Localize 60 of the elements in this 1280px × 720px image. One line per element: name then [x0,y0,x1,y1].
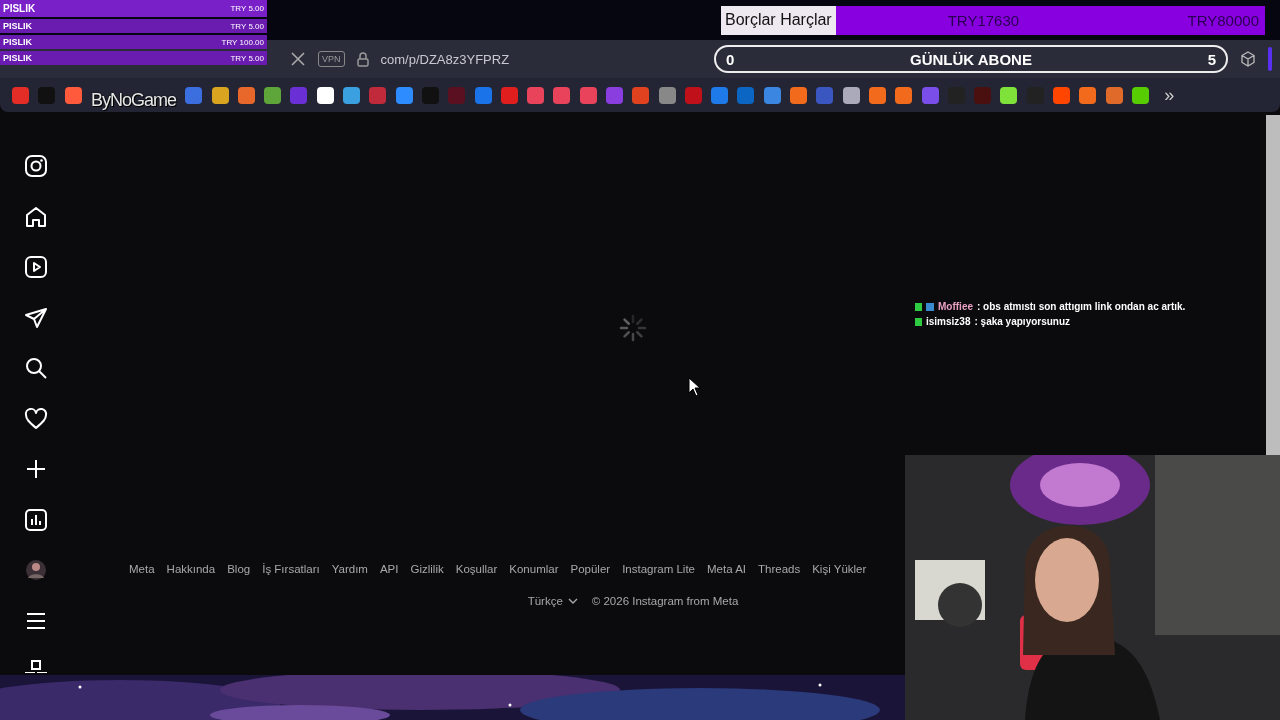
overlay-logo: ByNoGame [90,89,176,111]
more-bookmarks-button[interactable]: » [1164,84,1175,106]
goal-label: Borçlar Harçlar [721,5,836,35]
donor-name: PISLIK [3,37,32,47]
footer-link[interactable]: Hakkında [166,563,216,575]
donation-amount: TRY 5.00 [230,21,264,31]
bookmark-icon[interactable] [316,86,334,104]
home-icon[interactable] [24,204,48,229]
goal-target: TRY80000 [1187,11,1259,29]
footer-link[interactable]: Koşullar [455,563,498,575]
bookmark-icon[interactable] [1000,86,1018,104]
footer-link[interactable]: Instagram Lite [622,563,695,575]
donation-amount: TRY 100.00 [221,37,264,47]
cursor-icon [688,377,702,397]
chevron-down-icon[interactable] [567,597,578,605]
chat-username: isimsiz38 [926,316,971,327]
footer-link[interactable]: Konumlar [509,563,559,575]
subscriber-count: 0 [726,50,735,68]
play-icon[interactable] [24,255,48,279]
bookmark-icon[interactable] [211,86,229,104]
goal-current: TRY17630 [947,11,1020,29]
cube-icon[interactable] [1240,51,1256,67]
heart-icon[interactable] [24,406,48,431]
chat-message: : şaka yapıyorsunuz [974,316,1071,327]
copyright-text: © 2026 Instagram from Meta [591,595,739,607]
close-icon[interactable] [290,51,306,67]
avatar-icon[interactable] [24,558,48,582]
chart-icon[interactable] [24,507,48,532]
scrollbar[interactable] [1266,115,1280,455]
chat-username: Moffiee [938,301,973,312]
donation-amount: TRY 5.00 [230,53,264,63]
bookmark-icon[interactable] [1131,86,1149,104]
footer-link[interactable]: Kişi Yükler [812,563,867,575]
footer-link[interactable]: Threads [758,563,801,575]
footer-link[interactable]: Yardım [331,563,368,575]
footer-link[interactable]: Popüler [570,563,611,575]
lock-icon[interactable] [356,51,369,67]
search-icon[interactable] [24,356,48,380]
footer-link[interactable]: Meta [129,563,155,575]
footer-link[interactable]: Meta AI [707,563,746,575]
apps-icon[interactable] [24,659,48,673]
donor-name: PISLIK [3,3,36,14]
loading-spinner-icon [618,313,648,343]
language-selector[interactable]: Türkçe [527,595,578,607]
footer-link[interactable]: Blog [227,563,251,575]
footer-link[interactable]: Gizlilik [410,563,444,575]
subscriber-target: 5 [1207,50,1216,68]
subscriber-goal-label: GÜNLÜK ABONE [910,50,1032,68]
plus-icon[interactable] [24,457,48,481]
camera-icon[interactable] [24,154,48,178]
url-text[interactable]: com/p/DZA8z3YFPRZ [380,51,510,67]
chat-message: : obs atmıstı son attıgım link ondan ac artık. [977,301,1186,312]
vpn-badge[interactable]: VPN [318,51,345,67]
bookmark-icon[interactable] [842,86,860,104]
footer-link[interactable]: API [379,563,399,575]
send-icon[interactable] [24,305,48,330]
footer-link[interactable]: İş Fırsatları [262,563,320,575]
donor-name: PISLIK [3,21,32,31]
donor-name: PISLIK [3,53,32,63]
donation-amount: TRY 5.00 [230,4,264,13]
